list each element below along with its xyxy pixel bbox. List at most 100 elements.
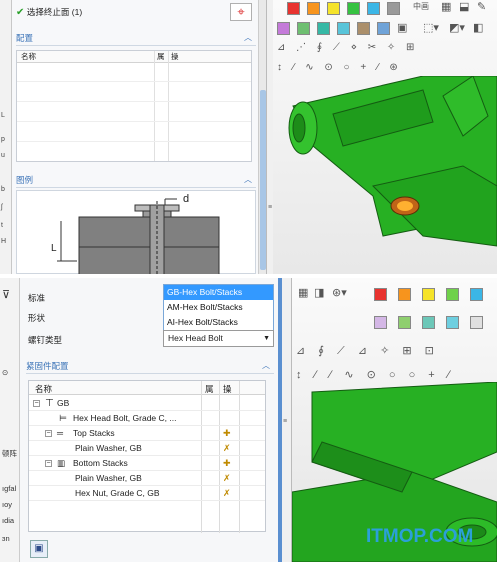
tree-row-washer-bottom[interactable]: Plain Washer, GB ✗: [29, 471, 265, 486]
color-swatch[interactable]: [374, 288, 387, 301]
tree-row-bottom-stacks[interactable]: − ▥ Bottom Stacks ✚: [29, 456, 265, 471]
splitter-grip-icon[interactable]: ≡: [283, 418, 287, 425]
green-bracket-model[interactable]: [273, 76, 497, 274]
color-swatch[interactable]: [470, 288, 483, 301]
preview-section-title: 图例: [16, 175, 34, 185]
standard-dropdown-list[interactable]: GB-Hex Bolt/Stacks AM-Hex Bolt/Stacks AI…: [163, 284, 274, 331]
collapse-icon: −: [33, 400, 40, 408]
color-swatch[interactable]: [377, 22, 390, 35]
strip-letter: ʃ: [1, 204, 3, 211]
strip-letter: H: [1, 238, 7, 245]
col-op-header: 操: [223, 384, 232, 394]
standard-option-am[interactable]: AM-Hex Bolt/Stacks: [164, 300, 273, 315]
stop-selection-row[interactable]: ✔ 选择终止面 (1): [16, 6, 82, 18]
color-swatch[interactable]: [387, 2, 400, 15]
fastener-section-title: 紧固件配置: [26, 361, 69, 371]
col-divider: [168, 51, 169, 161]
color-swatch[interactable]: [398, 288, 411, 301]
delete-tool-icon[interactable]: ✗: [223, 471, 231, 486]
left-feature-tree-strip-2: ⊽ ⊙ 顿阵 ıgfal ıoy ıdia ɜn: [0, 278, 20, 562]
stop-selection-label: 选择终止面 (1): [26, 7, 83, 17]
color-swatch[interactable]: [374, 316, 387, 329]
cad-viewport-bottom[interactable]: ▦ ◨ ⊛▾ ⊿ ∮ ⟋ ⊿ ✧ ⊞ ⊡ ↕ ∕ ∕ ∿ ⊙ ○ ○ + ∕: [292, 278, 497, 562]
top-screenshot: L p u b ʃ t H ✔ 选择终止面 (1) ⌖ 配置 ︿ 名称 属 操: [0, 0, 497, 274]
bolt-stack-drawing: [57, 198, 220, 274]
chevron-up-icon[interactable]: ︿: [244, 32, 252, 43]
add-edit-icon[interactable]: ✚: [223, 426, 231, 441]
draw-tools-icons[interactable]: ↕ ∕ ∿ ⊙ ○ + ∕ ⊛: [277, 62, 402, 73]
strip-text: ıgfal: [2, 484, 17, 493]
tree-row-label: Bottom Stacks: [73, 458, 128, 468]
add-edit-icon[interactable]: ✚: [223, 456, 231, 471]
chevron-up-icon[interactable]: ︿: [262, 360, 270, 371]
bolt-preview-image: d L: [16, 190, 256, 274]
delete-tool-icon[interactable]: ✗: [223, 441, 231, 456]
color-swatch[interactable]: [422, 288, 435, 301]
color-swatch[interactable]: [277, 22, 290, 35]
tree-row-bolt[interactable]: ⊨ Hex Head Bolt, Grade C, ...: [29, 411, 265, 426]
draw-tools-icons[interactable]: ↕ ∕ ∕ ∿ ⊙ ○ ○ + ∕: [296, 368, 455, 381]
strip-icon: ⊙: [2, 368, 9, 377]
view-icon[interactable]: ⬚▾: [423, 21, 439, 34]
col-name-header: 名称: [21, 52, 36, 61]
color-swatch[interactable]: [327, 2, 340, 15]
crosshair-target-button[interactable]: ⌖: [230, 3, 252, 21]
property-manager-bottom: 标准 形状 螺钉类型 GB-Hex Bolt/Stacks AM-Hex Bol…: [20, 278, 278, 562]
color-swatch[interactable]: [367, 2, 380, 15]
bottom-screenshot: ⊽ ⊙ 顿阵 ıgfal ıoy ıdia ɜn 标准 形状 螺钉类型 GB-H…: [0, 278, 497, 562]
view-icon[interactable]: ◩▾: [449, 21, 465, 34]
color-swatch[interactable]: [307, 2, 320, 15]
standard-option-gb[interactable]: GB-Hex Bolt/Stacks: [164, 285, 273, 300]
fastener-section-header[interactable]: 紧固件配置 ︿: [26, 360, 274, 374]
sketch-tools-icons[interactable]: ⊿ ∮ ⟋ ⊿ ✧ ⊞ ⊡: [296, 344, 439, 358]
color-swatch[interactable]: [470, 316, 483, 329]
box-icon[interactable]: ▣: [397, 21, 407, 34]
delete-tool-icon[interactable]: ✗: [223, 486, 231, 501]
bolt-type-value: Hex Head Bolt: [168, 333, 223, 343]
save-config-button[interactable]: ▣: [30, 540, 48, 558]
collapse-icon: −: [45, 460, 52, 468]
config-section-header[interactable]: 配置 ︿: [16, 32, 256, 46]
tree-row-washer-top[interactable]: Plain Washer, GB ✗: [29, 441, 265, 456]
color-swatch[interactable]: [287, 2, 300, 15]
splitter[interactable]: ≡: [282, 278, 292, 562]
tree-row-label: Hex Head Bolt, Grade C, ...: [73, 413, 177, 423]
toolbar-icon[interactable]: ⊛▾: [332, 286, 347, 299]
standard-option-ai[interactable]: AI-Hex Bolt/Stacks: [164, 315, 273, 330]
cad-viewport-top[interactable]: 中画 ▦ ⬓ ✎ ▣ ⬚▾ ◩▾ ◧ ⊿ ⋰ ∮ ⟋ ⋄ ✂ ✧ ⊞ ↕ ∕ ∿…: [273, 0, 497, 274]
color-swatch[interactable]: [422, 316, 435, 329]
color-swatch[interactable]: [337, 22, 350, 35]
color-swatch[interactable]: [446, 288, 459, 301]
color-swatch[interactable]: [357, 22, 370, 35]
strip-letter: p: [1, 136, 5, 143]
tree-row-nut[interactable]: Hex Nut, Grade C, GB ✗: [29, 486, 265, 501]
splitter[interactable]: ≡: [266, 0, 273, 274]
bolt-type-select[interactable]: Hex Head Bolt ▼: [163, 330, 274, 347]
color-swatch[interactable]: [446, 316, 459, 329]
chevron-up-icon[interactable]: ︿: [244, 174, 252, 185]
toolbar-icon[interactable]: ▦: [298, 286, 308, 299]
panel-scrollbar[interactable]: [258, 0, 266, 274]
dimension-d-label: d: [183, 193, 190, 205]
sketch-tools-icons[interactable]: ⊿ ⋰ ∮ ⟋ ⋄ ✂ ✧ ⊞: [277, 42, 418, 53]
color-swatch[interactable]: [347, 2, 360, 15]
toolbar-icon[interactable]: ⬓: [459, 0, 469, 13]
preview-section-header[interactable]: 图例 ︿: [16, 174, 256, 188]
col-op-header: 操: [171, 52, 179, 61]
toolbar-icon[interactable]: 中画: [413, 1, 429, 12]
row-line: [17, 81, 251, 82]
chevron-down-icon[interactable]: ▼: [263, 331, 270, 346]
row-line: [17, 141, 251, 142]
color-swatch[interactable]: [297, 22, 310, 35]
toolbar-icon[interactable]: ✎: [477, 0, 486, 13]
view-icon[interactable]: ◧: [473, 21, 483, 34]
color-swatch[interactable]: [317, 22, 330, 35]
tree-row-top-stacks[interactable]: − ═ Top Stacks ✚: [29, 426, 265, 441]
toolbar-icon[interactable]: ◨: [314, 286, 324, 299]
toolbar-icon[interactable]: ▦: [441, 0, 451, 13]
tree-row-gb[interactable]: − ⊤ GB: [29, 396, 265, 411]
color-swatch[interactable]: [398, 316, 411, 329]
splitter-grip-icon[interactable]: ≡: [268, 204, 272, 211]
washer-icon: ═: [57, 428, 64, 438]
config-table: 名称 属 操: [16, 50, 252, 162]
